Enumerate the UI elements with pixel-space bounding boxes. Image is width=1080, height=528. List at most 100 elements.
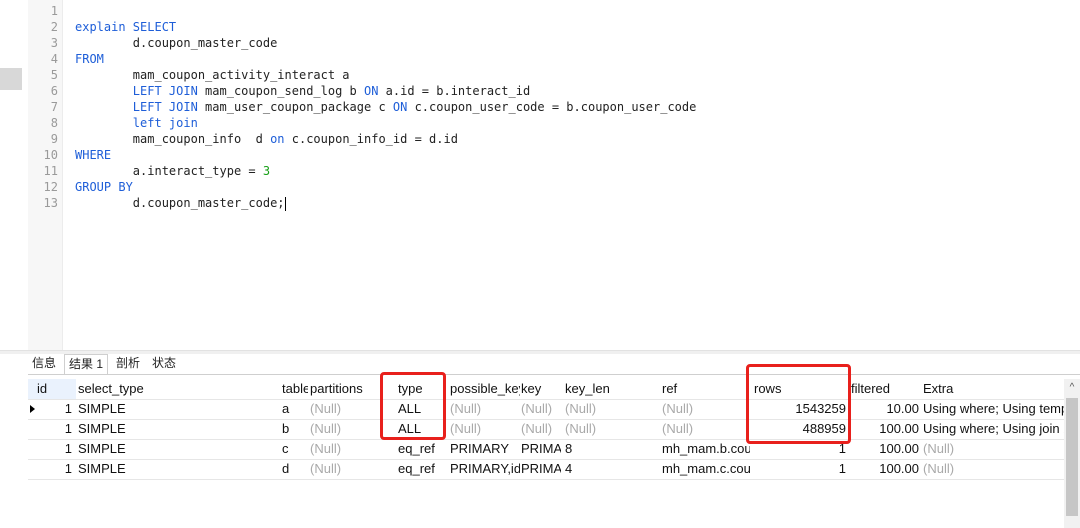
cell-possible-keys[interactable]: PRIMARY,idx: [450, 459, 520, 479]
tab-profile[interactable]: 剖析: [112, 354, 144, 373]
cell-filtered[interactable]: 100.00: [849, 439, 919, 459]
cell-id[interactable]: 1: [28, 419, 72, 439]
tab-info[interactable]: 信息: [28, 354, 60, 373]
sql-editor[interactable]: 1 2 explain SELECT 3 d.coupon_master_code 4 F…: [0, 0, 1080, 350]
column-header-key-len[interactable]: key_len: [565, 379, 657, 399]
sql-keyword: LEFT JOIN: [132, 100, 198, 114]
line-number: 9: [50, 132, 58, 146]
code-line[interactable]: 7 LEFT JOIN mam_user_coupon_package c ON…: [30, 99, 697, 115]
cell-rows[interactable]: 1: [752, 459, 846, 479]
tab-status[interactable]: 状态: [148, 354, 180, 373]
cell-key-len[interactable]: 8: [565, 439, 657, 459]
line-number: 3: [50, 36, 58, 50]
column-header-Extra[interactable]: Extra: [923, 379, 1065, 399]
column-header-id[interactable]: id: [28, 379, 76, 399]
cell-ref[interactable]: (Null): [662, 399, 750, 419]
cell-ref[interactable]: mh_mam.b.coupon_user_code: [662, 439, 750, 459]
cell-partitions[interactable]: (Null): [310, 439, 394, 459]
cell-select-type[interactable]: SIMPLE: [78, 459, 278, 479]
code-line[interactable]: 5 mam_coupon_activity_interact a: [30, 67, 350, 83]
sql-text: mam_user_coupon_package c: [197, 100, 393, 114]
code-line[interactable]: 1: [30, 3, 75, 19]
sql-text: mam_coupon_activity_interact a: [75, 68, 350, 82]
cell-filtered[interactable]: 100.00: [849, 459, 919, 479]
cell-Extra[interactable]: (Null): [923, 439, 1064, 459]
cell-possible-keys[interactable]: (Null): [450, 399, 520, 419]
column-header-key[interactable]: key: [521, 379, 561, 399]
cell-partitions[interactable]: (Null): [310, 459, 394, 479]
cell-key-len[interactable]: 4: [565, 459, 657, 479]
cell-id[interactable]: 1: [28, 459, 72, 479]
code-line[interactable]: 10 WHERE: [30, 147, 112, 163]
cell-id[interactable]: 1: [28, 399, 72, 419]
sql-text: mam_coupon_info d: [75, 132, 271, 146]
cell-key[interactable]: PRIMARY: [521, 459, 561, 479]
cell-possible-keys[interactable]: (Null): [450, 419, 520, 439]
cell-table[interactable]: a: [282, 399, 308, 419]
cell-table[interactable]: b: [282, 419, 308, 439]
chevron-up-icon[interactable]: ^: [1066, 382, 1078, 394]
cell-Extra[interactable]: (Null): [923, 459, 1064, 479]
cell-key-len[interactable]: (Null): [565, 399, 657, 419]
cell-id[interactable]: 1: [28, 439, 72, 459]
cell-filtered[interactable]: 10.00: [849, 399, 919, 419]
cell-key[interactable]: PRIMARY: [521, 439, 561, 459]
code-line[interactable]: 9 mam_coupon_info d on c.coupon_info_id …: [30, 131, 458, 147]
cell-key-len[interactable]: (Null): [565, 419, 657, 439]
line-number: 10: [43, 148, 58, 162]
cell-possible-keys[interactable]: PRIMARY: [450, 439, 520, 459]
column-header-possible-keys[interactable]: possible_keys: [450, 379, 520, 399]
text-caret: [284, 196, 286, 211]
column-header-ref[interactable]: ref: [662, 379, 750, 399]
sql-text: mam_coupon_send_log b: [197, 84, 364, 98]
line-number: 5: [50, 68, 58, 82]
line-number: 12: [43, 180, 58, 194]
cell-ref[interactable]: (Null): [662, 419, 750, 439]
code-line[interactable]: 6 LEFT JOIN mam_coupon_send_log b ON a.i…: [30, 83, 530, 99]
sql-text: c.coupon_info_id = d.id: [284, 132, 458, 146]
code-line[interactable]: 3 d.coupon_master_code: [30, 35, 278, 51]
cell-table[interactable]: d: [282, 459, 308, 479]
line-number: 2: [50, 20, 58, 34]
code-line[interactable]: 2 explain SELECT: [30, 19, 176, 35]
column-header-filtered[interactable]: filtered: [849, 379, 921, 399]
line-number: 8: [50, 116, 58, 130]
sql-keyword: WHERE: [75, 148, 112, 162]
cell-select-type[interactable]: SIMPLE: [78, 399, 278, 419]
cell-Extra[interactable]: Using where; Using join buffer: [923, 419, 1064, 439]
cell-filtered[interactable]: 100.00: [849, 419, 919, 439]
cell-type[interactable]: eq_ref: [398, 439, 448, 459]
line-number: 11: [43, 164, 58, 178]
tab-result-1[interactable]: 结果 1: [64, 354, 109, 375]
cell-key[interactable]: (Null): [521, 399, 561, 419]
cell-table[interactable]: c: [282, 439, 308, 459]
line-number: 4: [50, 52, 58, 66]
scrollbar-thumb[interactable]: [1066, 398, 1078, 516]
sql-text: a.interact_type =: [75, 164, 263, 178]
code-line[interactable]: 12 GROUP BY: [30, 179, 133, 195]
code-line[interactable]: 11 a.interact_type = 3: [30, 163, 271, 179]
cell-ref[interactable]: mh_mam.c.coupon_info_id: [662, 459, 750, 479]
line-number: 7: [50, 100, 58, 114]
sql-text: c.coupon_user_code = b.coupon_user_code: [407, 100, 697, 114]
sql-text: d.coupon_master_code: [75, 36, 278, 50]
column-header-select-type[interactable]: select_type: [78, 379, 278, 399]
cell-type[interactable]: eq_ref: [398, 459, 448, 479]
code-line[interactable]: 8 left join: [30, 115, 198, 131]
sql-text: a.id = b.interact_id: [378, 84, 531, 98]
column-header-table[interactable]: table: [282, 379, 308, 399]
cell-key[interactable]: (Null): [521, 419, 561, 439]
highlight-rows-box: [746, 364, 851, 444]
cell-select-type[interactable]: SIMPLE: [78, 439, 278, 459]
sql-keyword: LEFT JOIN: [132, 84, 198, 98]
sql-keyword: ON: [392, 100, 408, 114]
sql-keyword: on: [270, 132, 285, 146]
code-line[interactable]: 13 d.coupon_master_code;: [30, 195, 286, 211]
cell-Extra[interactable]: Using where; Using temporary: [923, 399, 1064, 419]
code-line[interactable]: 4 FROM: [30, 51, 104, 67]
cell-select-type[interactable]: SIMPLE: [78, 419, 278, 439]
tab-divider: [28, 374, 1080, 375]
